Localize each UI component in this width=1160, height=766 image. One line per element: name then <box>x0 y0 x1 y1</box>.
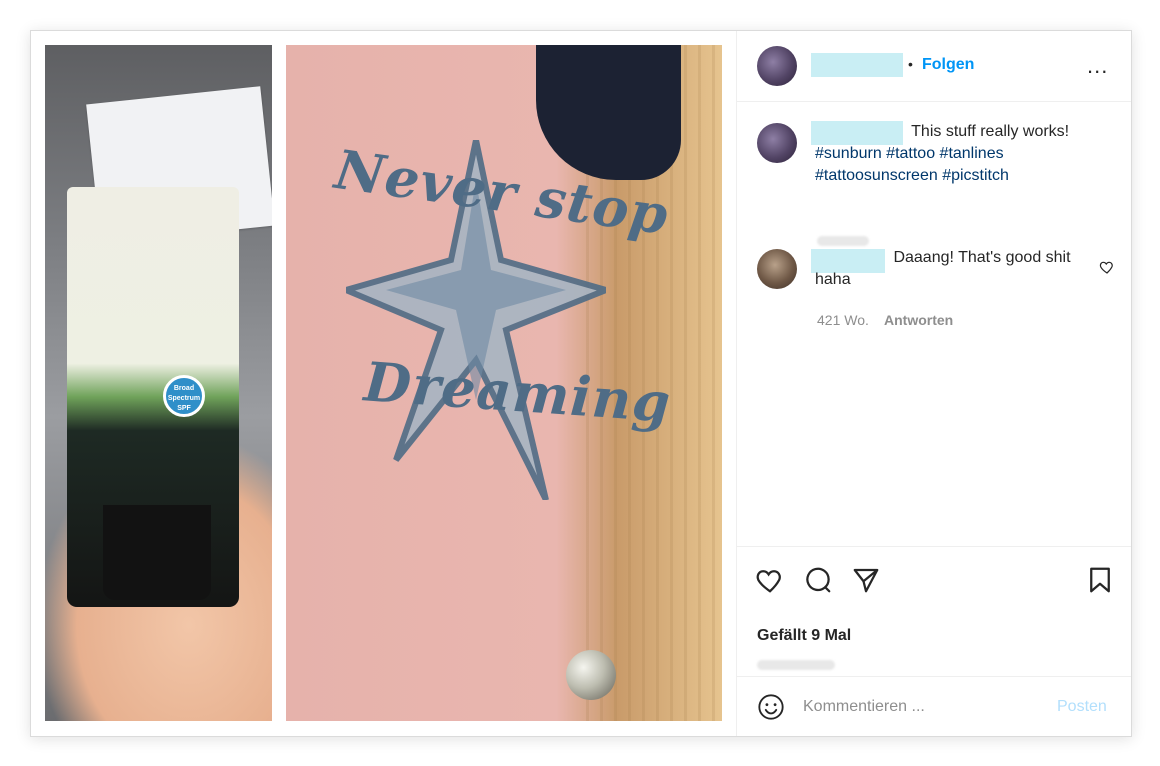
caption-text: This stuff really works! #sunburn #tatto… <box>815 121 1115 187</box>
post-button[interactable]: Posten <box>1057 698 1107 716</box>
comment-icon[interactable] <box>803 565 833 595</box>
heart-icon[interactable] <box>755 565 785 595</box>
reply-button[interactable]: Antworten <box>884 312 953 328</box>
emoji-icon[interactable] <box>757 693 785 721</box>
post-header: • Folgen ... <box>737 31 1131 102</box>
caption-body: This stuff really works! <box>911 123 1070 140</box>
sunscreen-tube-photo: Broad Spectrum SPF <box>45 45 272 721</box>
follow-separator: • <box>908 56 913 72</box>
username-redacted[interactable] <box>811 53 903 77</box>
caption-hashtags[interactable]: #sunburn #tattoo #tanlines #tattoosunscr… <box>815 145 1009 184</box>
comment-avatar[interactable] <box>757 249 797 289</box>
avatar[interactable] <box>757 46 797 86</box>
tattoo-photo: Never stop Dreaming <box>286 45 722 721</box>
tube-cap <box>103 505 211 600</box>
post-actions: Gefällt 9 Mal <box>737 546 1131 677</box>
follow-button[interactable]: Folgen <box>922 56 974 74</box>
comment-input[interactable] <box>803 693 1023 721</box>
bookmark-icon[interactable] <box>1085 565 1115 595</box>
share-icon[interactable] <box>851 565 881 595</box>
comment-age: 421 Wo. <box>817 312 869 328</box>
caption: This stuff really works! #sunburn #tatto… <box>737 103 1131 246</box>
comment-bar: Posten <box>737 676 1131 736</box>
post-sidebar: • Folgen ... This stuff really works! #s… <box>736 31 1131 736</box>
spf-badge: Broad Spectrum SPF <box>163 375 205 417</box>
caption-avatar[interactable] <box>757 123 797 163</box>
likes-count[interactable]: Gefällt 9 Mal <box>757 627 851 645</box>
post-card: Broad Spectrum SPF Never stop Dreaming • F… <box>30 30 1132 737</box>
post-date-blurred <box>757 660 835 670</box>
post-media[interactable]: Broad Spectrum SPF Never stop Dreaming <box>31 31 736 736</box>
door-knob <box>566 650 616 700</box>
comment-text: Daaang! That's good shit haha <box>815 247 1105 291</box>
small-heart-icon[interactable] <box>1099 259 1115 275</box>
caption-time-blurred <box>817 236 869 246</box>
comment-body: Daaang! That's good shit haha <box>815 249 1071 288</box>
more-icon[interactable]: ... <box>1087 53 1108 79</box>
